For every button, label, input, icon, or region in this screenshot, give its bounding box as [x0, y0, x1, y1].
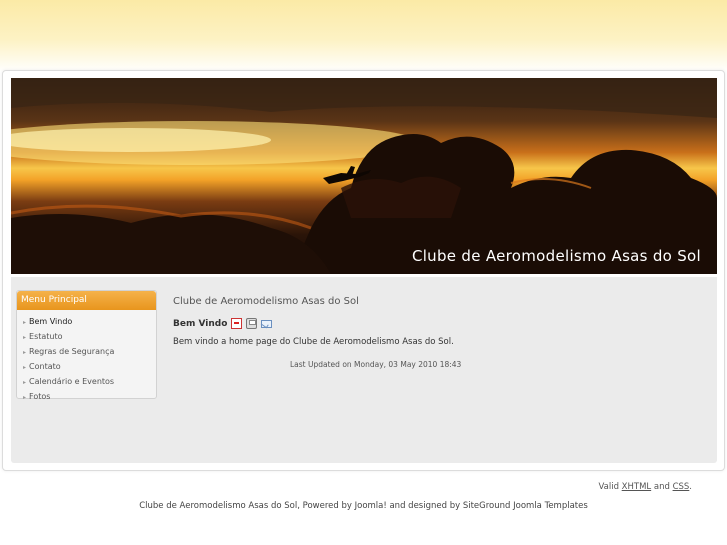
- menu-item-fotos[interactable]: ▸ Fotos: [17, 390, 156, 405]
- arrow-icon: ▸: [23, 364, 27, 371]
- menu-item-calendario-e-eventos[interactable]: ▸ Calendário e Eventos: [17, 375, 156, 390]
- sunset-clouds-image: [11, 78, 717, 274]
- article-icons: [231, 318, 273, 329]
- menu-list: ▸ Bem Vindo ▸ Estatuto ▸ Regras de Seguranç…: [17, 310, 156, 405]
- arrow-icon: ▸: [23, 319, 27, 326]
- last-updated: Last Updated on Monday, 03 May 2010 18:4…: [290, 360, 462, 369]
- header-banner: Clube de Aeromodelismo Asas do Sol: [11, 78, 717, 274]
- xhtml-link[interactable]: XHTML: [622, 482, 651, 492]
- footer-text: Clube de Aeromodelismo Asas do Sol, Powe…: [139, 501, 588, 511]
- print-icon[interactable]: [246, 318, 258, 329]
- article-body: Bem vindo a home page do Clube de Aeromo…: [173, 337, 454, 347]
- css-link[interactable]: CSS: [673, 482, 690, 492]
- menu-item-bem-vindo[interactable]: ▸ Bem Vindo: [17, 315, 156, 330]
- email-icon[interactable]: [261, 320, 273, 328]
- menu-title: Menu Principal: [17, 291, 156, 310]
- main-title: Clube de Aeromodelismo Asas do Sol: [173, 296, 359, 307]
- arrow-icon: ▸: [23, 349, 27, 356]
- arrow-icon: ▸: [23, 334, 27, 341]
- arrow-icon: ▸: [23, 394, 27, 401]
- validation-links: Valid XHTML and CSS.: [598, 482, 692, 492]
- article-title[interactable]: Bem Vindo: [173, 319, 227, 329]
- site-title: Clube de Aeromodelismo Asas do Sol: [411, 247, 701, 265]
- main-menu: Menu Principal ▸ Bem Vindo ▸ Estatuto ▸ Reg…: [16, 290, 157, 401]
- top-gradient-band: [0, 0, 727, 72]
- menu-item-estatuto[interactable]: ▸ Estatuto: [17, 330, 156, 345]
- pdf-icon[interactable]: [231, 318, 243, 329]
- arrow-icon: ▸: [23, 379, 27, 386]
- menu-item-regras-de-seguranca[interactable]: ▸ Regras de Segurança: [17, 345, 156, 360]
- menu-item-contato[interactable]: ▸ Contato: [17, 360, 156, 375]
- article-heading: Bem Vindo: [173, 318, 273, 329]
